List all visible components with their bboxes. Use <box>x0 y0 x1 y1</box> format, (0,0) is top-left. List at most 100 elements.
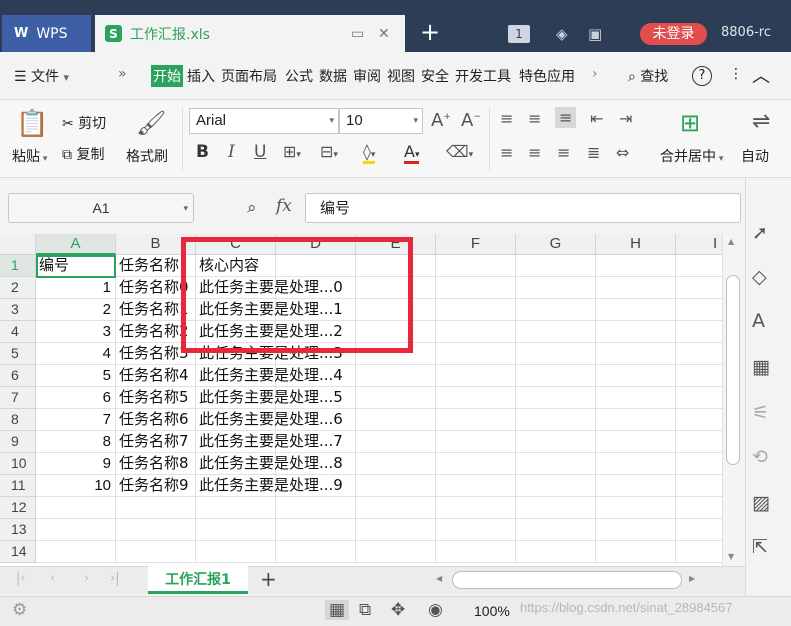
row-header[interactable]: 11 <box>0 475 36 497</box>
text-style-icon[interactable]: A <box>752 310 765 332</box>
empty-cell[interactable] <box>676 409 722 431</box>
function-icon[interactable]: fx <box>276 196 292 216</box>
empty-cell[interactable] <box>676 277 722 299</box>
cell-core-content[interactable]: 此任务主要是处理...7 <box>196 431 356 453</box>
cell-task-name[interactable]: 任务名称8 <box>116 453 196 475</box>
cell-task-name[interactable]: 任务名称7 <box>116 431 196 453</box>
row-header[interactable]: 14 <box>0 541 36 563</box>
cell-core-content[interactable]: 此任务主要是处理...8 <box>196 453 356 475</box>
copy-button[interactable]: ⧉ 复制 <box>62 144 104 164</box>
empty-cell[interactable] <box>596 453 676 475</box>
empty-cell[interactable] <box>516 453 596 475</box>
align-top-icon[interactable]: ≡ <box>500 109 513 128</box>
empty-cell[interactable] <box>36 497 116 519</box>
justify-icon[interactable]: ≣ <box>587 143 600 162</box>
tab-page-layout[interactable]: 页面布局 <box>221 66 277 86</box>
empty-cell[interactable] <box>596 365 676 387</box>
empty-cell[interactable] <box>676 497 722 519</box>
paste-icon[interactable]: 📋 <box>16 109 48 139</box>
skin-icon[interactable]: ◈ <box>556 25 568 43</box>
cut-button[interactable]: ✂ 剪切 <box>62 113 106 133</box>
cell-number[interactable]: 8 <box>36 431 116 453</box>
empty-cell[interactable] <box>436 365 516 387</box>
empty-cell[interactable] <box>516 475 596 497</box>
cell-number[interactable]: 6 <box>36 387 116 409</box>
empty-cell[interactable] <box>676 299 722 321</box>
increase-font-icon[interactable]: A+ <box>431 110 451 131</box>
last-sheet-icon[interactable]: ›| <box>110 571 120 586</box>
eye-protection-icon[interactable]: ◉ <box>428 600 443 620</box>
row-header[interactable]: 10 <box>0 453 36 475</box>
empty-cell[interactable] <box>356 387 436 409</box>
tab-developer[interactable]: 开发工具 <box>455 66 511 86</box>
empty-cell[interactable] <box>516 387 596 409</box>
tab-insert[interactable]: 插入 <box>187 66 215 86</box>
empty-cell[interactable] <box>516 321 596 343</box>
normal-view-icon[interactable]: ▦ <box>325 600 350 620</box>
empty-cell[interactable] <box>276 519 356 541</box>
empty-cell[interactable] <box>436 541 516 563</box>
empty-cell[interactable] <box>516 343 596 365</box>
tab-special-apps[interactable]: 特色应用 <box>519 66 575 86</box>
cell-task-name[interactable]: 任务名称6 <box>116 409 196 431</box>
empty-cell[interactable] <box>356 365 436 387</box>
empty-cell[interactable] <box>676 255 722 277</box>
cell-number[interactable]: 2 <box>36 299 116 321</box>
indent-increase-icon[interactable]: ⇥ <box>619 109 632 128</box>
borders-icon[interactable]: ⊞▾ <box>283 142 301 161</box>
cell-number[interactable]: 5 <box>36 365 116 387</box>
empty-cell[interactable] <box>436 519 516 541</box>
empty-cell[interactable] <box>36 541 116 563</box>
empty-cell[interactable] <box>596 519 676 541</box>
scroll-down-icon[interactable]: ▼ <box>728 552 734 561</box>
image-icon[interactable]: ▨ <box>752 492 770 514</box>
row-header[interactable]: 13 <box>0 519 36 541</box>
column-header[interactable]: H <box>596 234 676 255</box>
empty-cell[interactable] <box>676 365 722 387</box>
empty-cell[interactable] <box>516 277 596 299</box>
empty-cell[interactable] <box>516 519 596 541</box>
empty-cell[interactable] <box>516 255 596 277</box>
login-button[interactable]: 未登录 <box>640 23 707 45</box>
tab-data[interactable]: 数据 <box>319 66 347 86</box>
cell-a1[interactable]: 编号 <box>36 255 116 277</box>
indent-decrease-icon[interactable]: ⇤ <box>590 109 603 128</box>
zoom-level[interactable]: 100% <box>474 603 510 619</box>
cursor-select-icon[interactable]: ➚ <box>752 222 768 244</box>
vertical-scroll-thumb[interactable] <box>726 275 740 465</box>
format-painter-button[interactable]: 格式刷 <box>126 146 168 166</box>
cell-task-name[interactable]: 任务名称9 <box>116 475 196 497</box>
empty-cell[interactable] <box>356 409 436 431</box>
search-button[interactable]: ⌕ 查找 <box>628 66 668 86</box>
empty-cell[interactable] <box>596 255 676 277</box>
prev-sheet-icon[interactable]: ‹ <box>50 571 55 586</box>
empty-cell[interactable] <box>276 541 356 563</box>
collapse-ribbon-icon[interactable]: ︿ <box>752 62 770 88</box>
empty-cell[interactable] <box>676 431 722 453</box>
paste-button[interactable]: 粘贴 ▾ <box>12 146 47 166</box>
column-header[interactable]: A <box>36 234 116 255</box>
empty-cell[interactable] <box>436 431 516 453</box>
table-icon[interactable]: ▦ <box>752 356 770 378</box>
align-right-icon[interactable]: ≡ <box>557 143 570 162</box>
scroll-up-icon[interactable]: ▲ <box>728 237 734 246</box>
new-tab-button[interactable]: + <box>420 18 440 46</box>
tab-review[interactable]: 审阅 <box>353 66 381 86</box>
empty-cell[interactable] <box>516 409 596 431</box>
file-menu[interactable]: ☰ 文件 ▾ <box>14 66 69 86</box>
empty-cell[interactable] <box>596 431 676 453</box>
fill-color-icon[interactable]: ◊▾ <box>363 142 376 164</box>
empty-cell[interactable] <box>596 541 676 563</box>
font-size-select[interactable]: 10 ▾ <box>339 108 423 134</box>
wrap-text-icon[interactable]: ⇌ <box>752 109 770 134</box>
empty-cell[interactable] <box>676 343 722 365</box>
sliders-icon[interactable]: ⚟ <box>752 402 769 424</box>
empty-cell[interactable] <box>196 541 276 563</box>
more-options-icon[interactable]: ⋮ <box>729 66 743 82</box>
empty-cell[interactable] <box>436 475 516 497</box>
empty-cell[interactable] <box>436 277 516 299</box>
tab-count-badge[interactable]: 1 <box>508 25 530 43</box>
empty-cell[interactable] <box>436 409 516 431</box>
empty-cell[interactable] <box>596 277 676 299</box>
empty-cell[interactable] <box>596 299 676 321</box>
